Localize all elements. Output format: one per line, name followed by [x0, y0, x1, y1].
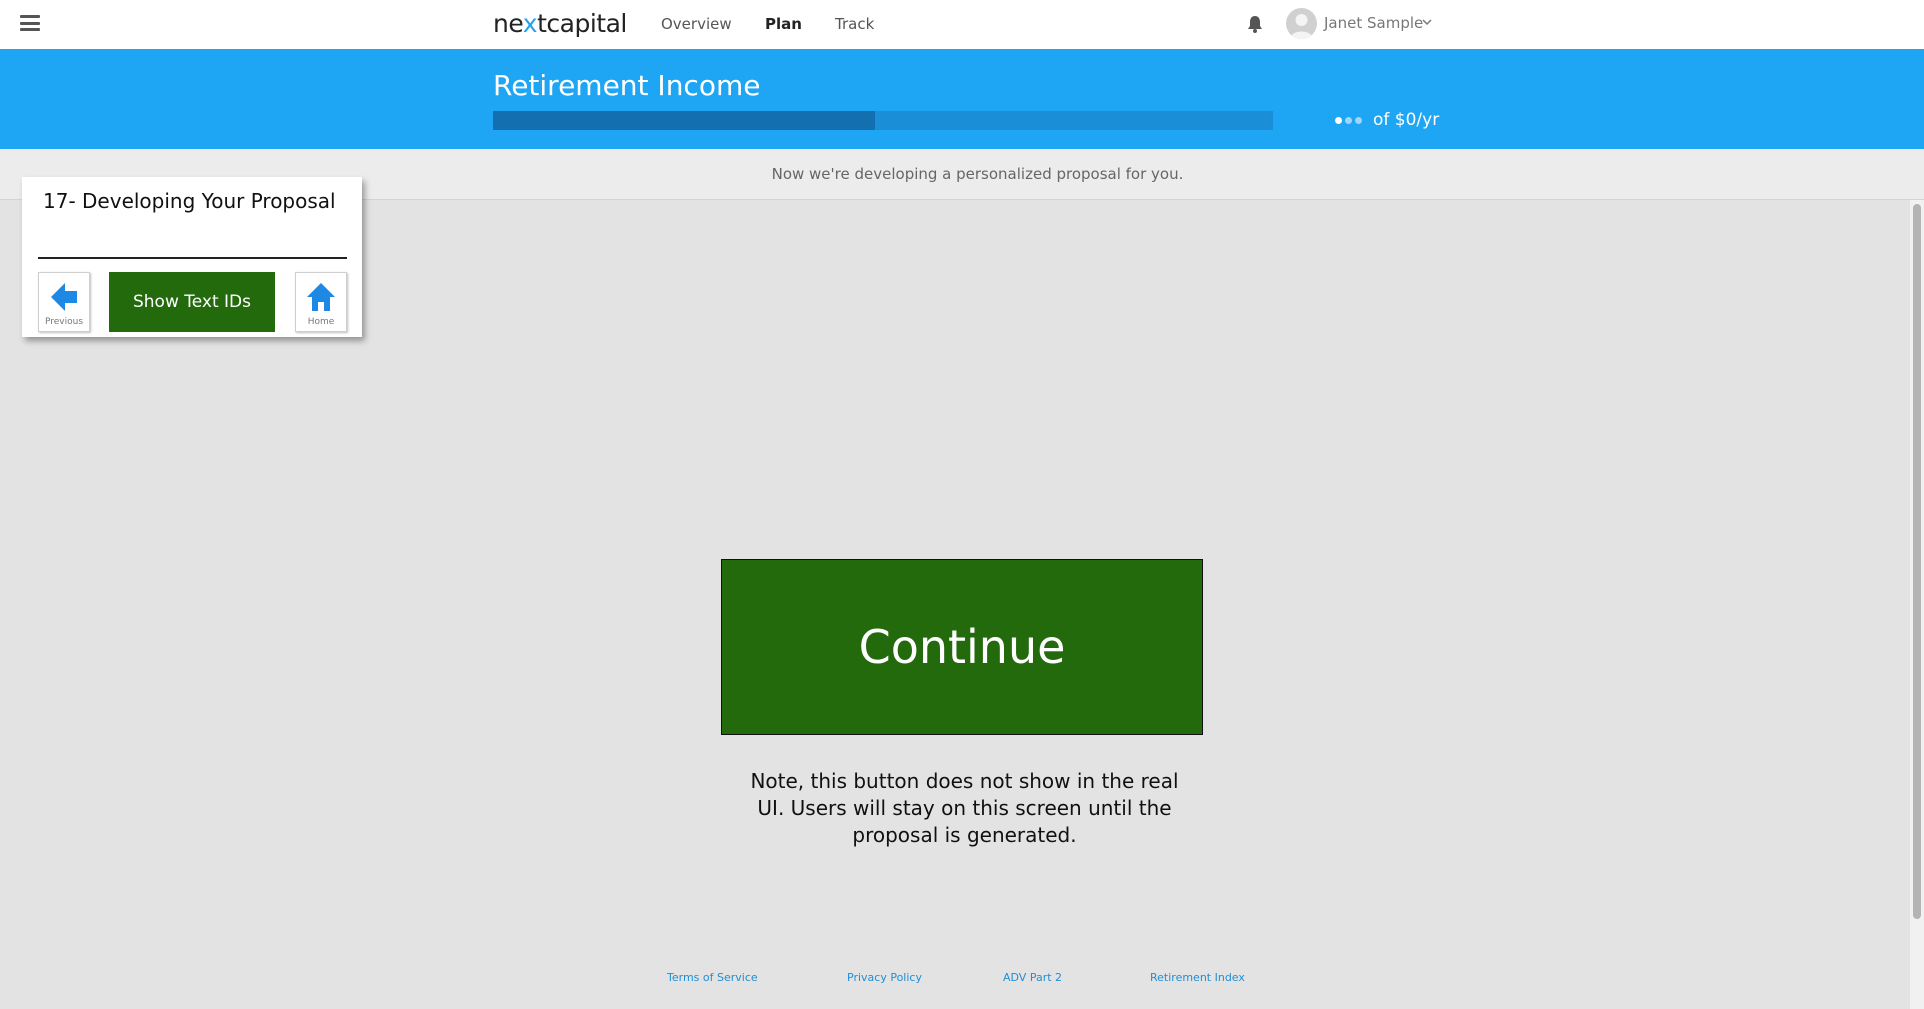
scrollbar-thumb[interactable] — [1913, 204, 1921, 919]
nav-track[interactable]: Track — [835, 15, 874, 33]
progress-bar — [493, 111, 1273, 130]
nextcapital-logo[interactable]: nextcapital — [493, 9, 627, 38]
hamburger-menu-icon[interactable] — [20, 15, 40, 31]
footer-retirement-index-link[interactable]: Retirement Index — [1150, 971, 1245, 984]
panel-title: 17- Developing Your Proposal — [43, 189, 336, 213]
user-silhouette-icon — [1290, 14, 1313, 39]
footer-terms-link[interactable]: Terms of Service — [667, 971, 758, 984]
show-text-ids-button[interactable]: Show Text IDs — [109, 272, 275, 332]
footer-privacy-link[interactable]: Privacy Policy — [847, 971, 922, 984]
home-icon — [307, 283, 335, 311]
page-title: Retirement Income — [493, 69, 761, 102]
user-name[interactable]: Janet Sample — [1324, 14, 1423, 32]
previous-button[interactable]: Previous — [38, 272, 90, 332]
arrow-left-icon — [51, 283, 77, 311]
progress-bar-fill — [493, 111, 876, 130]
home-button[interactable]: Home — [295, 272, 347, 332]
home-label: Home — [307, 317, 335, 327]
scrollbar[interactable] — [1910, 200, 1924, 1009]
chevron-down-icon[interactable] — [1420, 15, 1434, 29]
continue-button[interactable]: Continue — [721, 559, 1203, 735]
page-header: Retirement Income of $0/yr — [0, 49, 1924, 149]
note-text: Note, this button does not show in the r… — [750, 769, 1179, 847]
top-nav: nextcapital Overview Plan Track Janet Sa… — [0, 0, 1924, 50]
loading-dots-icon — [1335, 117, 1362, 124]
income-label: of $0/yr — [1373, 110, 1440, 130]
footer-adv-link[interactable]: ADV Part 2 — [1003, 971, 1062, 984]
avatar[interactable] — [1286, 8, 1317, 39]
nav-overview[interactable]: Overview — [661, 15, 732, 33]
panel-divider — [38, 257, 347, 259]
nav-plan[interactable]: Plan — [765, 15, 802, 33]
prototype-nav-panel: 17- Developing Your Proposal Previous Sh… — [22, 177, 362, 337]
bell-icon[interactable] — [1246, 14, 1264, 34]
previous-label: Previous — [44, 317, 84, 327]
